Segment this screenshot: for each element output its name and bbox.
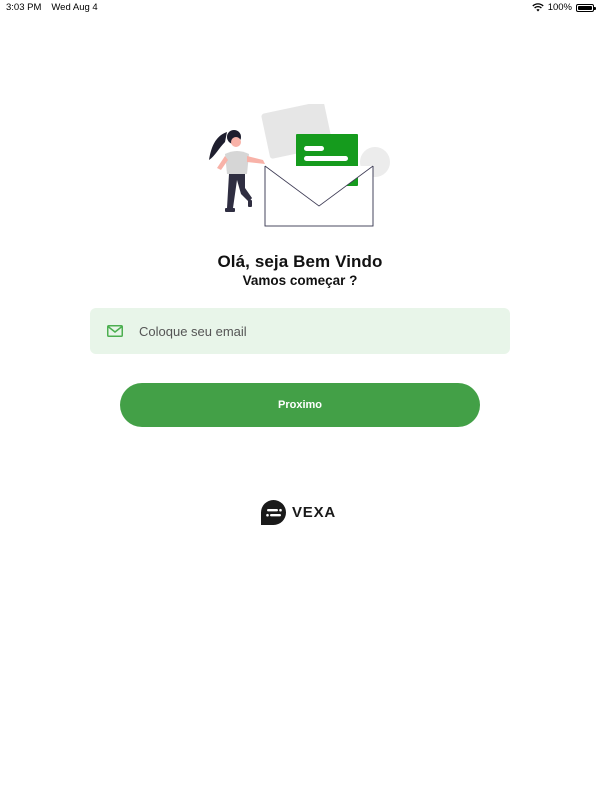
battery-icon xyxy=(576,3,596,12)
brand-logo: VEXA xyxy=(260,499,336,526)
email-input[interactable] xyxy=(137,322,481,340)
greeting-title: Olá, seja Bem Vindo xyxy=(217,252,383,271)
status-right: 100% xyxy=(532,2,596,13)
vexa-logo-icon xyxy=(261,500,287,525)
woman-figure xyxy=(209,130,265,212)
envelope-woman-illustration xyxy=(209,104,390,227)
email-field[interactable] xyxy=(90,308,510,354)
status-time: 3:03 PM xyxy=(6,2,42,13)
wifi-icon xyxy=(532,3,544,12)
brand-name: VEXA xyxy=(292,504,337,521)
status-date: Wed Aug 4 xyxy=(51,2,98,13)
mail-icon xyxy=(107,325,123,337)
status-bar: 3:03 PM Wed Aug 4 100% xyxy=(0,0,600,14)
greeting-subtitle: Vamos começar ? xyxy=(242,273,358,288)
status-left: 3:03 PM Wed Aug 4 xyxy=(6,2,98,13)
battery-percent: 100% xyxy=(547,2,572,13)
next-button[interactable]: Proximo xyxy=(120,383,480,427)
